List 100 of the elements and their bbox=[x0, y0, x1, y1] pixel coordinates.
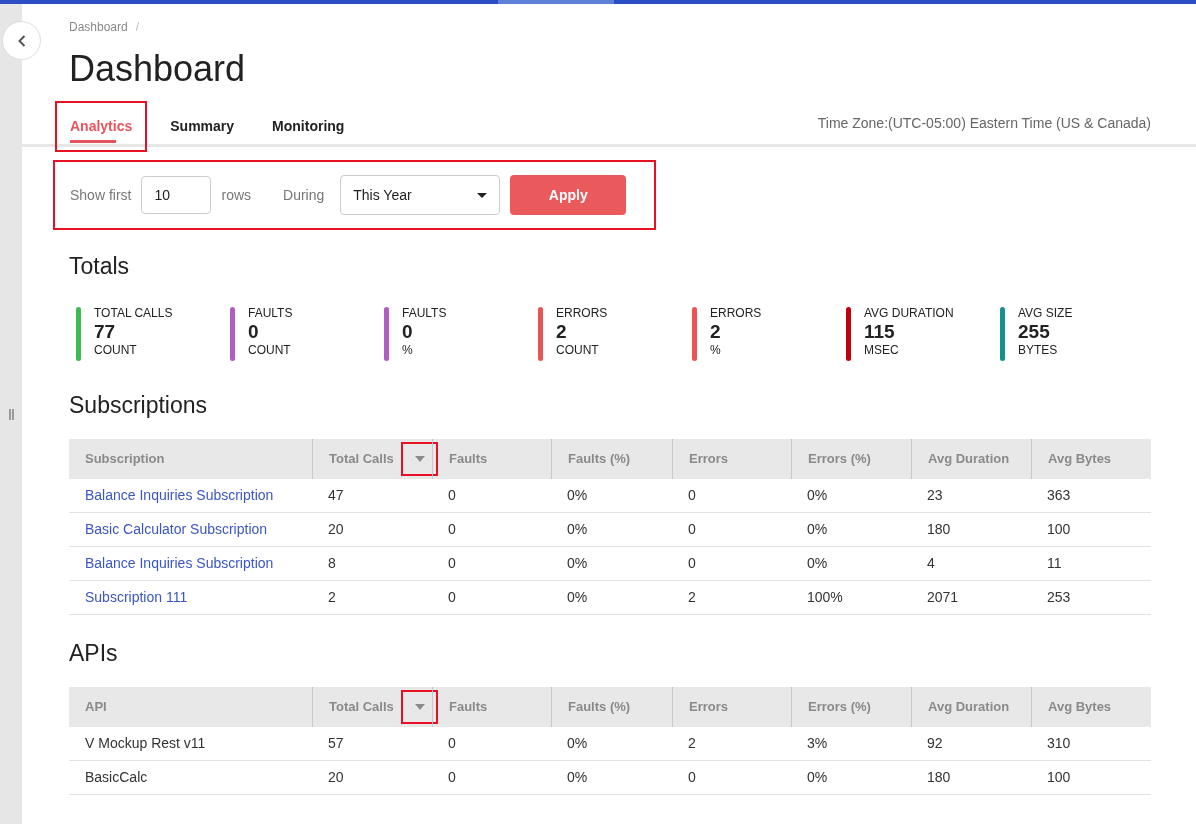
column-header[interactable]: Avg Duration bbox=[928, 697, 1010, 717]
table-cell-text: 0 bbox=[448, 734, 456, 753]
tab[interactable]: Analytics bbox=[55, 101, 148, 152]
table-cell-text: 363 bbox=[1047, 486, 1071, 505]
column-header[interactable]: API bbox=[85, 697, 107, 717]
table-cell-text: 8 bbox=[328, 554, 336, 573]
table-cell-text: 100% bbox=[807, 588, 843, 607]
metric-unit: COUNT bbox=[94, 344, 138, 356]
metric-unit: % bbox=[710, 344, 722, 356]
metric-label: AVG SIZE bbox=[1018, 307, 1073, 319]
table-cell-text: 2071 bbox=[927, 588, 959, 607]
table-cell-text: 4 bbox=[927, 554, 935, 573]
metric-unit: BYTES bbox=[1018, 344, 1059, 356]
metric-label: ERRORS bbox=[556, 307, 608, 319]
subscription-link[interactable]: Basic Calculator Subscription bbox=[85, 519, 268, 540]
table-cell-text: 0 bbox=[688, 486, 696, 505]
table-cell-text: 0 bbox=[448, 588, 456, 607]
breadcrumb-link[interactable]: Dashboard bbox=[69, 18, 128, 36]
rows-input[interactable]: 10 bbox=[141, 176, 212, 214]
table-cell-text: 0 bbox=[688, 520, 696, 539]
column-header[interactable]: Total Calls bbox=[329, 697, 394, 717]
column-header[interactable]: Faults (%) bbox=[568, 449, 631, 469]
column-header[interactable]: Avg Bytes bbox=[1048, 697, 1112, 717]
sort-caret-icon[interactable] bbox=[401, 442, 438, 476]
table-cell-text: 0 bbox=[688, 768, 696, 787]
table-cell-text: 2 bbox=[688, 588, 696, 607]
table-cell-text: 2 bbox=[328, 588, 336, 607]
column-header[interactable]: Errors (%) bbox=[808, 697, 871, 717]
metric-unit: COUNT bbox=[556, 344, 600, 356]
table-cell-text: 0 bbox=[448, 520, 456, 539]
during-label: During bbox=[283, 185, 325, 205]
page-title: Dashboard bbox=[68, 49, 247, 89]
table-cell-text: 23 bbox=[927, 486, 943, 505]
tab[interactable]: Monitoring bbox=[257, 101, 360, 152]
metric-unit: COUNT bbox=[248, 344, 292, 356]
column-header[interactable]: Avg Bytes bbox=[1048, 449, 1112, 469]
metric-value: 0 bbox=[402, 322, 414, 341]
table-cell-text: 57 bbox=[328, 734, 344, 753]
section-heading: Totals bbox=[69, 252, 131, 281]
metric-value: 2 bbox=[710, 322, 722, 341]
show-first-label: Show first bbox=[70, 185, 132, 205]
table-cell-text: 20 bbox=[328, 768, 344, 787]
table-cell-text: 0% bbox=[807, 768, 828, 787]
table-cell-text: 0 bbox=[448, 768, 456, 787]
table-cell-text: 100 bbox=[1047, 520, 1071, 539]
resize-handle-icon[interactable] bbox=[8, 408, 14, 420]
section-heading: APIs bbox=[69, 639, 119, 668]
column-header[interactable]: Errors bbox=[689, 449, 729, 469]
column-header[interactable]: Subscription bbox=[85, 449, 165, 469]
time-zone-label: Time Zone:(UTC-05:00) Eastern Time (US & Canada) bbox=[817, 114, 1151, 133]
apply-button[interactable]: Apply bbox=[510, 175, 627, 215]
subscription-link[interactable]: Balance Inquiries Subscription bbox=[85, 485, 274, 506]
table-cell-text: 310 bbox=[1047, 734, 1071, 753]
table-cell-text: 0% bbox=[567, 588, 588, 607]
table-cell-text: 47 bbox=[328, 486, 344, 505]
table-cell-text: 0% bbox=[807, 486, 828, 505]
column-header[interactable]: Faults (%) bbox=[568, 697, 631, 717]
column-header[interactable]: Avg Duration bbox=[928, 449, 1010, 469]
column-header[interactable]: Faults bbox=[449, 449, 488, 469]
table-cell-text: 0% bbox=[807, 520, 828, 539]
period-dropdown[interactable]: This Year bbox=[340, 175, 501, 215]
table-cell-text: 0 bbox=[688, 554, 696, 573]
table-cell-text: 2 bbox=[688, 734, 696, 753]
metric-value: 255 bbox=[1018, 322, 1051, 341]
metric-value: 0 bbox=[248, 322, 260, 341]
table-cell-text: 0 bbox=[448, 486, 456, 505]
table-cell-text: 0% bbox=[567, 554, 588, 573]
table-cell-text: V Mockup Rest v11 bbox=[85, 734, 206, 753]
column-header[interactable]: Total Calls bbox=[329, 449, 394, 469]
table-cell-text: BasicCalc bbox=[85, 768, 148, 787]
metric-value: 77 bbox=[94, 322, 117, 341]
caret-icon bbox=[477, 192, 488, 198]
column-header[interactable]: Faults bbox=[449, 697, 488, 717]
metric-value: 115 bbox=[864, 322, 896, 341]
table-cell-text: 0% bbox=[567, 768, 588, 787]
table-cell-text: 0 bbox=[448, 554, 456, 573]
section-heading: Subscriptions bbox=[69, 391, 209, 420]
metric-label: FAULTS bbox=[402, 307, 447, 319]
table-cell-text: 0% bbox=[567, 520, 588, 539]
metric-label: TOTAL CALLS bbox=[94, 307, 173, 319]
metric-label: AVG DURATION bbox=[864, 307, 954, 319]
table-cell-text: 180 bbox=[927, 768, 951, 787]
subscription-link[interactable]: Subscription 111 bbox=[85, 587, 188, 608]
metric-label: FAULTS bbox=[248, 307, 293, 319]
sort-caret-icon[interactable] bbox=[401, 690, 438, 724]
chevron-left-icon bbox=[17, 34, 26, 47]
breadcrumb-separator: / bbox=[135, 19, 140, 36]
table-cell-text: 3% bbox=[807, 734, 828, 753]
column-header[interactable]: Errors (%) bbox=[808, 449, 871, 469]
table-cell-text: 11 bbox=[1047, 554, 1062, 573]
table-cell-text: 0% bbox=[807, 554, 828, 573]
metric-unit: MSEC bbox=[864, 344, 900, 356]
rows-label: rows bbox=[221, 185, 252, 205]
table-cell-text: 92 bbox=[927, 734, 943, 753]
column-header[interactable]: Errors bbox=[689, 697, 729, 717]
tab[interactable]: Summary bbox=[155, 101, 250, 152]
table-cell-text: 253 bbox=[1047, 588, 1071, 607]
metric-label: ERRORS bbox=[710, 307, 762, 319]
metric-value: 2 bbox=[556, 322, 568, 341]
subscription-link[interactable]: Balance Inquiries Subscription bbox=[85, 553, 274, 574]
